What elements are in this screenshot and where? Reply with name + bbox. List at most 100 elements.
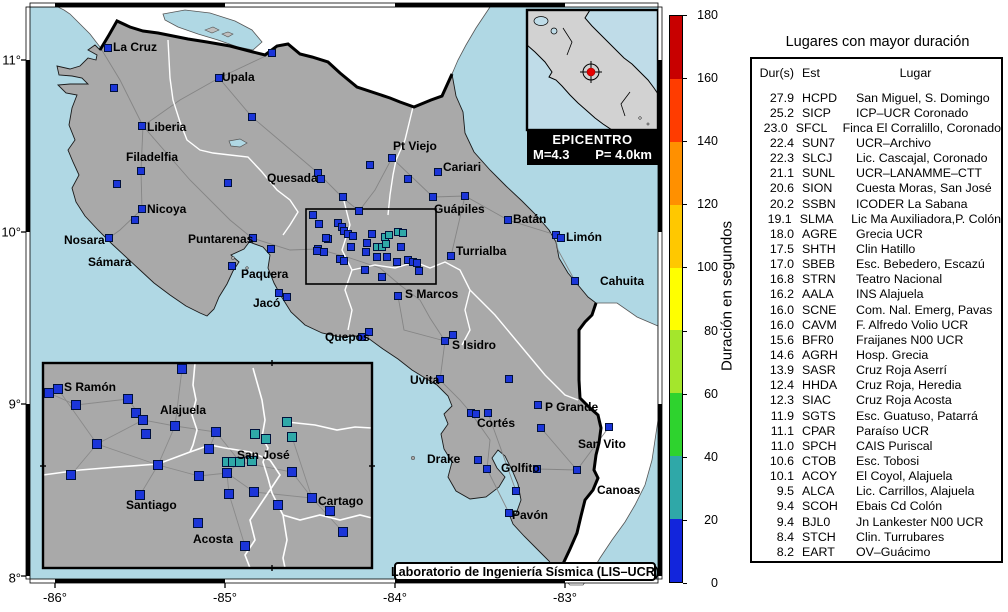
header-lugar: Lugar bbox=[850, 66, 1001, 80]
cell-place: Hosp. Grecia bbox=[850, 348, 1001, 362]
cell-station: SBEB bbox=[794, 257, 850, 271]
cell-place: Finca El Corralillo, Coronado bbox=[837, 121, 1001, 135]
colorbar-segment bbox=[670, 141, 682, 204]
overview-island bbox=[639, 117, 642, 120]
cell-duration: 11.9 bbox=[752, 409, 794, 423]
cell-station: STRN bbox=[794, 272, 850, 286]
cell-station: AALA bbox=[794, 287, 850, 301]
cell-place: Teatro Nacional bbox=[850, 272, 1001, 286]
colorbar-segment bbox=[670, 267, 682, 330]
table-row: 10.1ACOYEl Coyol, Alajuela bbox=[752, 469, 1001, 484]
cell-station: SUN7 bbox=[794, 136, 850, 150]
cell-place: Esc. Bebedero, Escazú bbox=[850, 257, 1001, 271]
table-row: 11.1CPARParaíso UCR bbox=[752, 423, 1001, 438]
cell-place: Cruz Roja Acosta bbox=[850, 393, 1001, 407]
table-row: 21.1SUNLUCR–LANAMME–CTT bbox=[752, 166, 1001, 181]
cell-duration: 13.9 bbox=[752, 363, 794, 377]
overview-lake-small bbox=[551, 28, 557, 34]
cell-place: Cruz Roja, Heredia bbox=[850, 378, 1001, 392]
colorbar-segment bbox=[670, 519, 682, 582]
overview-island bbox=[647, 123, 649, 125]
cell-duration: 18.0 bbox=[752, 227, 794, 241]
cell-station: SSBN bbox=[794, 197, 850, 211]
cell-station: SICP bbox=[794, 106, 850, 120]
cell-station: SIAC bbox=[794, 393, 850, 407]
table-row: 9.4SCOHEbais Cd Colón bbox=[752, 499, 1001, 514]
epicenter-magnitude: M=4.3 bbox=[533, 147, 570, 162]
cell-place: Grecia UCR bbox=[850, 227, 1001, 241]
cell-duration: 9.4 bbox=[752, 515, 794, 529]
cell-place: INS Alajuela bbox=[850, 287, 1001, 301]
cell-duration: 15.6 bbox=[752, 333, 794, 347]
cell-duration: 21.1 bbox=[752, 166, 794, 180]
cell-place: UCR–Archivo bbox=[850, 136, 1001, 150]
cell-place: UCR–LANAMME–CTT bbox=[850, 166, 1001, 180]
cell-duration: 20.2 bbox=[752, 197, 794, 211]
colorbar-axis-label: Duración en segundos bbox=[719, 221, 736, 371]
table-row: 16.0SCNECom. Nal. Emerg, Pavas bbox=[752, 302, 1001, 317]
colorbar-segment bbox=[670, 456, 682, 519]
gulf-island bbox=[231, 256, 234, 259]
cell-place: Cuesta Moras, San José bbox=[850, 181, 1001, 195]
cell-station: SPCH bbox=[794, 439, 850, 453]
cell-duration: 9.5 bbox=[752, 484, 794, 498]
cell-station: AGRE bbox=[794, 227, 850, 241]
cell-place: Fraijanes N00 UCR bbox=[850, 333, 1001, 347]
cell-duration: 27.9 bbox=[752, 91, 794, 105]
colorbar-segment bbox=[670, 330, 682, 393]
cell-duration: 16.8 bbox=[752, 272, 794, 286]
cell-duration: 11.0 bbox=[752, 439, 794, 453]
table-row: 18.0AGREGrecia UCR bbox=[752, 226, 1001, 241]
table-row: 16.8STRNTeatro Nacional bbox=[752, 272, 1001, 287]
cell-duration: 10.1 bbox=[752, 469, 794, 483]
table-title: Lugares con mayor duración bbox=[751, 34, 1004, 50]
cell-station: CAVM bbox=[794, 318, 850, 332]
table-row: 17.0SBEBEsc. Bebedero, Escazú bbox=[752, 257, 1001, 272]
overview-lake bbox=[534, 17, 548, 26]
table-row: 25.2SICPICP–UCR Coronado bbox=[752, 105, 1001, 120]
cell-place: Esc. Guatuso, Patarrá bbox=[850, 409, 1001, 423]
table-row: 9.5ALCALic. Carrillos, Alajuela bbox=[752, 484, 1001, 499]
cell-duration: 20.6 bbox=[752, 181, 794, 195]
cell-station: SUNL bbox=[794, 166, 850, 180]
cell-place: OV–Guácimo bbox=[850, 545, 1001, 559]
table-row: 11.9SGTSEsc. Guatuso, Patarrá bbox=[752, 408, 1001, 423]
table-row: 12.3SIACCruz Roja Acosta bbox=[752, 393, 1001, 408]
cell-place: F. Alfredo Volio UCR bbox=[850, 318, 1001, 332]
cell-station: HHDA bbox=[794, 378, 850, 392]
cell-duration: 17.5 bbox=[752, 242, 794, 256]
cell-duration: 16.0 bbox=[752, 303, 794, 317]
cell-duration: 16.0 bbox=[752, 318, 794, 332]
table-row: 22.3SLCJLic. Cascajal, Coronado bbox=[752, 151, 1001, 166]
cell-duration: 19.1 bbox=[752, 212, 792, 226]
cell-station: HCPD bbox=[794, 91, 850, 105]
cell-duration: 22.4 bbox=[752, 136, 794, 150]
cell-place: Com. Nal. Emerg, Pavas bbox=[850, 303, 1001, 317]
table-row: 14.6AGRHHosp. Grecia bbox=[752, 347, 1001, 362]
cell-station: SASR bbox=[794, 363, 850, 377]
cell-duration: 14.6 bbox=[752, 348, 794, 362]
cell-station: CPAR bbox=[794, 424, 850, 438]
colorbar-segment bbox=[670, 78, 682, 141]
cell-station: SLCJ bbox=[794, 151, 850, 165]
colorbar-segment bbox=[670, 393, 682, 456]
seismic-map-figure: La CruzUpalaLiberiaFiladelfiaNicoyaNosar… bbox=[0, 0, 1008, 612]
cell-place: Esc. Tobosi bbox=[850, 454, 1001, 468]
table-row: 10.6CTOBEsc. Tobosi bbox=[752, 453, 1001, 468]
cell-duration: 12.4 bbox=[752, 378, 794, 392]
cell-place: San Miguel, S. Domingo bbox=[850, 91, 1001, 105]
cell-duration: 10.6 bbox=[752, 454, 794, 468]
cell-station: BFR0 bbox=[794, 333, 850, 347]
credit-box: Laboratorio de Ingeniería Sísmica (LIS–U… bbox=[394, 562, 656, 581]
cell-place: El Coyol, Alajuela bbox=[850, 469, 1001, 483]
table-row: 20.6SIONCuesta Moras, San José bbox=[752, 181, 1001, 196]
cell-place: Lic. Cascajal, Coronado bbox=[850, 151, 1001, 165]
cell-place: Paraíso UCR bbox=[850, 424, 1001, 438]
cell-station: SHTH bbox=[794, 242, 850, 256]
epicenter-info-box: EPICENTRO M=4.3 P= 4.0km bbox=[527, 129, 658, 165]
cell-place: ICODER La Sabana bbox=[850, 197, 1001, 211]
cell-station: SCNE bbox=[794, 303, 850, 317]
table-row: 20.2SSBNICODER La Sabana bbox=[752, 196, 1001, 211]
table-header: Dur(s) Est Lugar bbox=[752, 66, 1001, 80]
cell-place: CAIS Puriscal bbox=[850, 439, 1001, 453]
